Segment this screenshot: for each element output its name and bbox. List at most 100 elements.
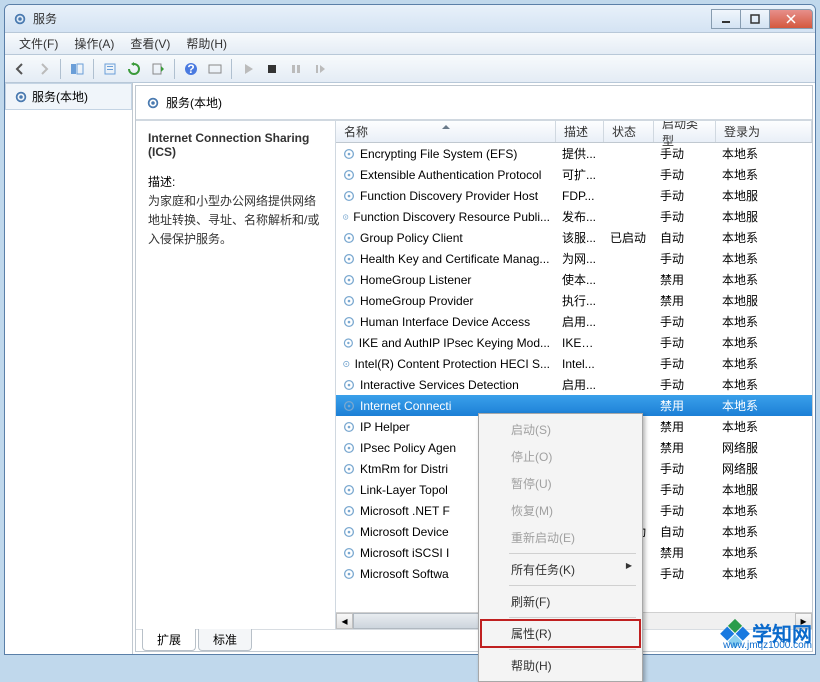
- service-name: HomeGroup Listener: [360, 273, 471, 287]
- maximize-button[interactable]: [740, 9, 770, 29]
- gear-icon: [342, 441, 356, 455]
- col-name[interactable]: 名称: [336, 121, 556, 142]
- ctx-restart[interactable]: 重新启动(E): [481, 524, 640, 551]
- toolbar-icon[interactable]: [204, 58, 226, 80]
- watermark: 学知网 www.jmqz1000.com: [724, 618, 812, 647]
- service-row[interactable]: HomeGroup Listener使本...禁用本地系: [336, 269, 812, 290]
- service-logon: 本地服: [716, 185, 812, 206]
- service-row[interactable]: IKE and AuthIP IPsec Keying Mod...IKEE..…: [336, 332, 812, 353]
- gear-icon: [342, 147, 356, 161]
- service-logon: 本地系: [716, 227, 812, 248]
- show-hide-button[interactable]: [66, 58, 88, 80]
- gear-icon: [146, 96, 160, 110]
- service-row[interactable]: Intel(R) Content Protection HECI S...Int…: [336, 353, 812, 374]
- col-status[interactable]: 状态: [604, 121, 654, 142]
- toolbar: ?: [5, 55, 815, 83]
- service-name: Link-Layer Topol: [360, 483, 448, 497]
- ctx-pause[interactable]: 暂停(U): [481, 470, 640, 497]
- service-desc: IKEE...: [556, 334, 604, 352]
- service-desc: 该服...: [556, 227, 604, 248]
- titlebar[interactable]: 服务: [5, 5, 815, 33]
- menu-action[interactable]: 操作(A): [66, 33, 122, 54]
- service-status: 已启动: [604, 227, 654, 248]
- menubar: 文件(F) 操作(A) 查看(V) 帮助(H): [5, 33, 815, 55]
- gear-icon: [342, 231, 356, 245]
- gear-icon: [342, 546, 356, 560]
- service-logon: 本地系: [716, 311, 812, 332]
- tree-services-local[interactable]: 服务(本地): [5, 83, 132, 110]
- scroll-left-button[interactable]: ◂: [336, 613, 353, 629]
- service-row[interactable]: Function Discovery Resource Publi...发布..…: [336, 206, 812, 227]
- service-startup: 自动: [654, 227, 716, 248]
- refresh-button[interactable]: [123, 58, 145, 80]
- service-row[interactable]: Health Key and Certificate Manag...为网...…: [336, 248, 812, 269]
- back-button[interactable]: [9, 58, 31, 80]
- service-logon: 本地系: [716, 563, 812, 584]
- col-logon[interactable]: 登录为: [716, 121, 812, 142]
- description-text: 为家庭和小型办公网络提供网络地址转换、寻址、名称解析和/或入侵保护服务。: [148, 192, 323, 250]
- play-button[interactable]: [237, 58, 259, 80]
- service-status: [604, 383, 654, 387]
- col-desc[interactable]: 描述: [556, 121, 604, 142]
- tab-extended[interactable]: 扩展: [142, 629, 196, 651]
- gear-icon: [342, 189, 356, 203]
- menu-help[interactable]: 帮助(H): [178, 33, 235, 54]
- ctx-help[interactable]: 帮助(H): [481, 652, 640, 679]
- service-row[interactable]: Interactive Services Detection启用...手动本地系: [336, 374, 812, 395]
- service-name: KtmRm for Distri: [360, 462, 448, 476]
- close-button[interactable]: [769, 9, 813, 29]
- service-logon: 本地系: [716, 521, 812, 542]
- service-row[interactable]: Group Policy Client 该服...已启动自动本地系: [336, 227, 812, 248]
- gear-icon: [342, 399, 356, 413]
- col-startup[interactable]: 启动类型: [654, 121, 716, 142]
- ctx-resume[interactable]: 恢复(M): [481, 497, 640, 524]
- restart-button[interactable]: [309, 58, 331, 80]
- service-name: Group Policy Client: [360, 231, 463, 245]
- context-menu: 启动(S) 停止(O) 暂停(U) 恢复(M) 重新启动(E) 所有任务(K) …: [478, 413, 643, 682]
- service-status: [604, 341, 654, 345]
- service-row[interactable]: Function Discovery Provider HostFDP...手动…: [336, 185, 812, 206]
- menu-file[interactable]: 文件(F): [11, 33, 66, 54]
- service-logon: 本地系: [716, 248, 812, 269]
- minimize-button[interactable]: [711, 9, 741, 29]
- service-startup: 手动: [654, 332, 716, 353]
- export-button[interactable]: [147, 58, 169, 80]
- right-pane: 服务(本地) Internet Connection Sharing (ICS)…: [135, 85, 813, 652]
- service-logon: 本地系: [716, 353, 812, 374]
- ctx-properties[interactable]: 属性(R): [481, 620, 640, 647]
- ctx-alltasks[interactable]: 所有任务(K): [481, 556, 640, 583]
- service-startup: 手动: [654, 563, 716, 584]
- service-logon: 本地系: [716, 416, 812, 437]
- service-row[interactable]: Extensible Authentication Protocol可扩...手…: [336, 164, 812, 185]
- service-row[interactable]: HomeGroup Provider执行...禁用本地服: [336, 290, 812, 311]
- service-startup: 手动: [654, 353, 716, 374]
- service-startup: 禁用: [654, 395, 716, 416]
- service-desc: 可扩...: [556, 164, 604, 185]
- service-logon: 本地服: [716, 290, 812, 311]
- pause-button[interactable]: [285, 58, 307, 80]
- ctx-refresh[interactable]: 刷新(F): [481, 588, 640, 615]
- service-startup: 手动: [654, 479, 716, 500]
- service-logon: 网络服: [716, 437, 812, 458]
- gear-icon: [342, 462, 356, 476]
- service-logon: 本地系: [716, 395, 812, 416]
- menu-view[interactable]: 查看(V): [122, 33, 178, 54]
- service-row[interactable]: Encrypting File System (EFS)提供...手动本地系: [336, 143, 812, 164]
- service-name: Microsoft iSCSI I: [360, 546, 449, 560]
- service-row[interactable]: Human Interface Device Access启用...手动本地系: [336, 311, 812, 332]
- ctx-stop[interactable]: 停止(O): [481, 443, 640, 470]
- watermark-url: www.jmqz1000.com: [723, 640, 812, 651]
- tab-standard[interactable]: 标准: [198, 629, 252, 651]
- service-status: [604, 215, 654, 219]
- service-name: Extensible Authentication Protocol: [360, 168, 541, 182]
- service-status: [604, 257, 654, 261]
- service-name: Encrypting File System (EFS): [360, 147, 517, 161]
- help-button[interactable]: ?: [180, 58, 202, 80]
- service-name: Health Key and Certificate Manag...: [360, 252, 549, 266]
- properties-button[interactable]: [99, 58, 121, 80]
- stop-button[interactable]: [261, 58, 283, 80]
- service-name: Intel(R) Content Protection HECI S...: [355, 357, 550, 371]
- tree-item-label: 服务(本地): [32, 88, 88, 105]
- ctx-start[interactable]: 启动(S): [481, 416, 640, 443]
- forward-button[interactable]: [33, 58, 55, 80]
